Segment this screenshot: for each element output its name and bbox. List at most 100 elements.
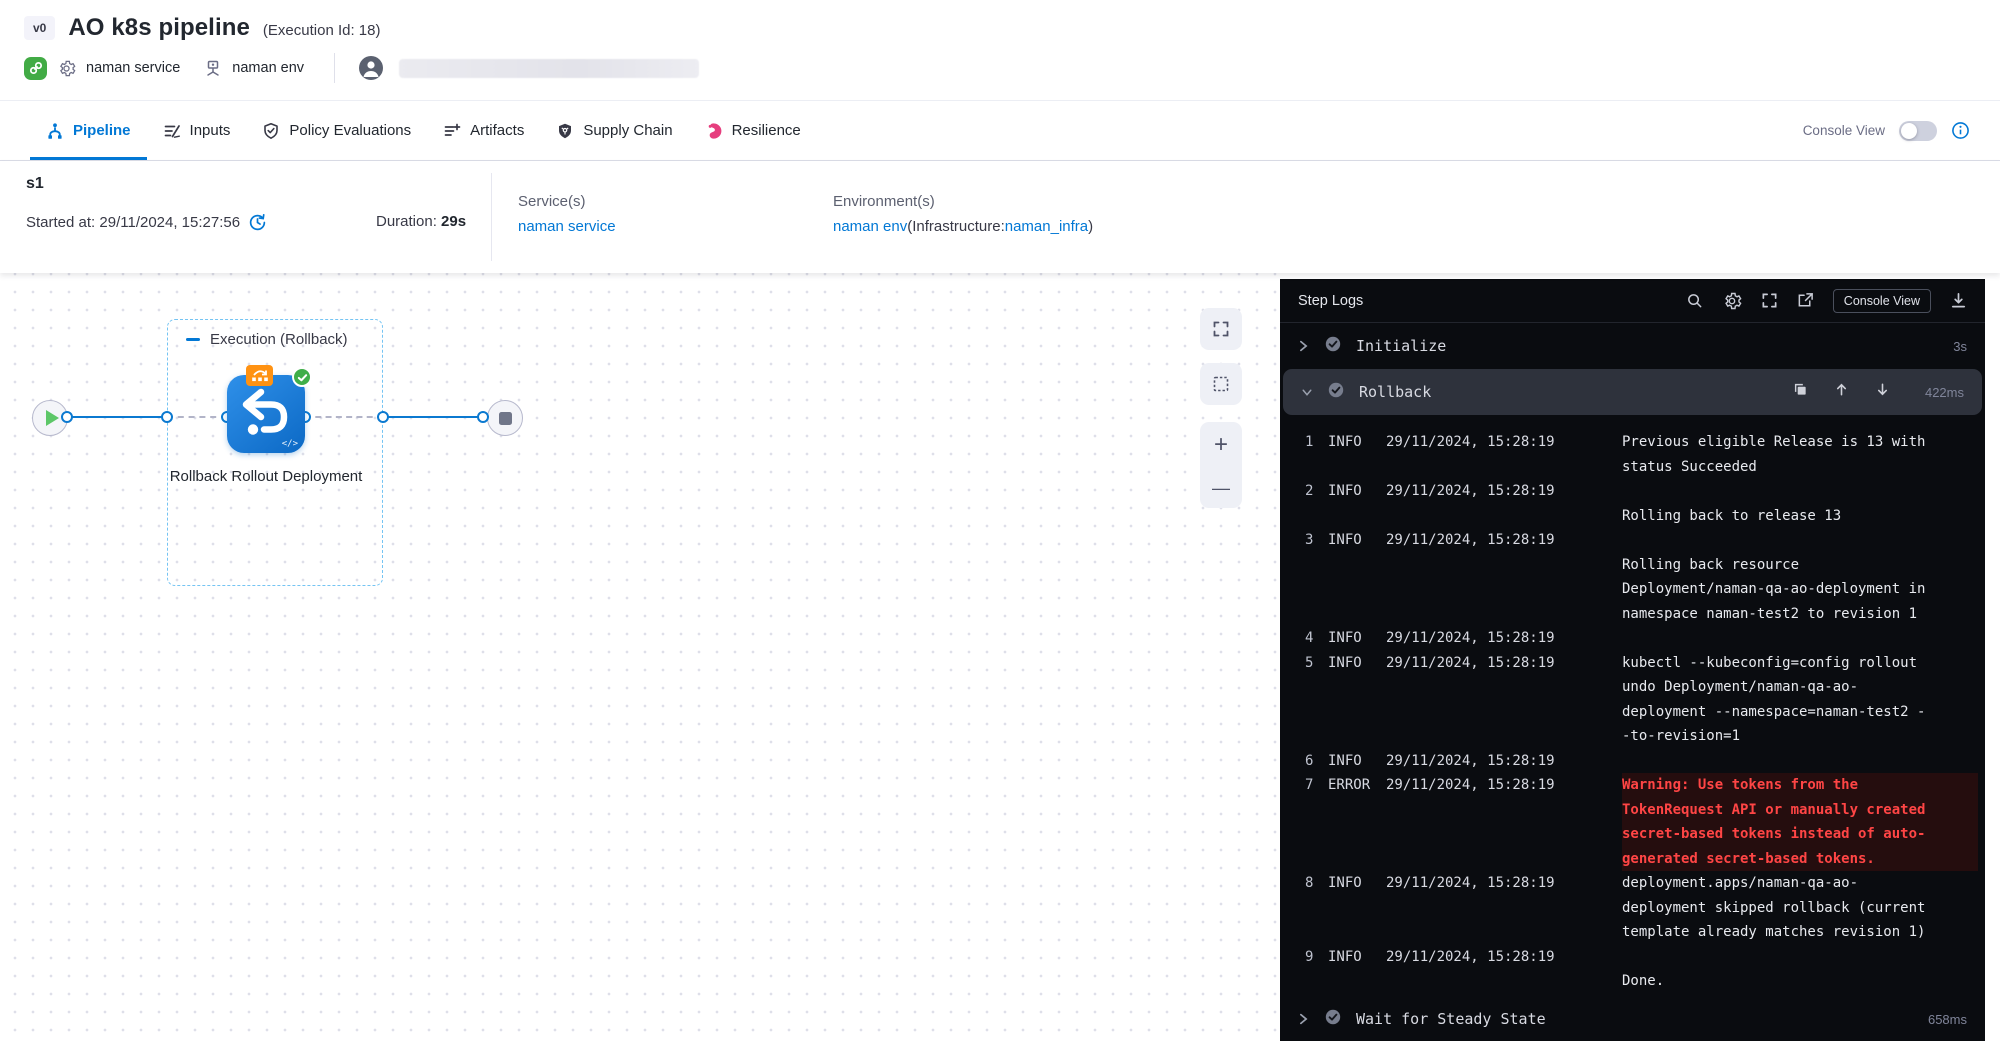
download-logs-icon[interactable]: [1950, 292, 1967, 309]
log-message: kubectl --kubeconfig=config rollout: [1622, 651, 1978, 676]
end-node[interactable]: [487, 400, 523, 436]
log-message: [1622, 626, 1978, 651]
console-view-label: Console View: [1803, 123, 1885, 138]
log-line: generated secret-based tokens.: [1280, 847, 1985, 872]
header-service-name[interactable]: naman service: [86, 60, 180, 76]
tab-supply-chain[interactable]: Supply Chain: [540, 101, 688, 160]
info-icon[interactable]: [1951, 121, 1970, 140]
gear-icon: [57, 59, 76, 78]
policy-shield-check-icon: [262, 122, 280, 140]
environments-label: Environment(s): [833, 193, 1093, 210]
rollback-step-node[interactable]: </>: [227, 375, 305, 453]
log-message: deployment skipped rollback (current: [1622, 896, 1978, 921]
history-icon[interactable]: [248, 213, 267, 232]
collapse-minus-icon[interactable]: [186, 338, 200, 341]
avatar: [359, 56, 383, 80]
service-link[interactable]: naman service: [518, 218, 616, 235]
log-line: Rolling back to release 13: [1280, 504, 1985, 529]
infrastructure-link[interactable]: naman_infra: [1005, 218, 1088, 235]
log-message: undo Deployment/naman-qa-ao-: [1622, 675, 1978, 700]
log-line: Done.: [1280, 969, 1985, 994]
log-lines[interactable]: 1INFO29/11/2024, 15:28:19Previous eligib…: [1280, 415, 1985, 997]
resilience-chaos-icon: [705, 122, 723, 140]
execution-group-header[interactable]: Execution (Rollback): [186, 331, 348, 348]
code-glyph: </>: [282, 439, 298, 449]
log-message: deployment.apps/naman-qa-ao-: [1622, 871, 1978, 896]
section-duration: 3s: [1953, 339, 1967, 354]
tab-label: Supply Chain: [583, 122, 672, 139]
log-message: Done.: [1622, 969, 1978, 994]
chevron-right-icon[interactable]: [1298, 339, 1310, 353]
connector-dot: [477, 411, 489, 423]
log-line: deployment skipped rollback (current: [1280, 896, 1985, 921]
expand-fullscreen-icon[interactable]: [1761, 292, 1778, 309]
scroll-down-icon[interactable]: [1875, 382, 1890, 402]
step-success-icon: [1325, 336, 1341, 357]
step-success-icon: [1325, 1009, 1341, 1030]
log-line: 8INFO29/11/2024, 15:28:19deployment.apps…: [1280, 871, 1985, 896]
execution-id: (Execution Id: 18): [263, 18, 381, 39]
copy-logs-icon[interactable]: [1793, 382, 1808, 402]
log-line: 4INFO29/11/2024, 15:28:19: [1280, 626, 1985, 651]
zoom-out-button[interactable]: —: [1212, 479, 1230, 497]
log-message-error: TokenRequest API or manually created: [1622, 798, 1978, 823]
tab-policy-evaluations[interactable]: Policy Evaluations: [246, 101, 427, 160]
console-view-button[interactable]: Console View: [1833, 289, 1931, 313]
step-success-icon: [1328, 382, 1344, 403]
edge-end: [383, 416, 483, 418]
log-message: status Succeeded: [1622, 455, 1978, 480]
section-name: Initialize: [1356, 337, 1446, 355]
pipeline-canvas[interactable]: Execution (Rollback): [0, 273, 1280, 1041]
console-view-toggle[interactable]: [1899, 121, 1937, 141]
zoom-in-button[interactable]: +: [1214, 433, 1228, 457]
services-block: Service(s) naman service: [518, 193, 616, 236]
tab-label: Inputs: [190, 122, 231, 139]
main-area: Execution (Rollback): [0, 273, 2000, 1041]
search-icon[interactable]: [1686, 292, 1703, 309]
log-line: deployment --namespace=naman-test2 -: [1280, 700, 1985, 725]
canvas-fullscreen-button[interactable]: [1200, 308, 1242, 350]
log-settings-gear-icon[interactable]: [1722, 291, 1742, 311]
header-env-name[interactable]: naman env: [232, 60, 304, 76]
log-message: [1622, 945, 1978, 970]
log-line: 1INFO29/11/2024, 15:28:19Previous eligib…: [1280, 430, 1985, 455]
log-message-error: Warning: Use tokens from the: [1622, 773, 1978, 798]
tab-resilience[interactable]: Resilience: [689, 101, 817, 160]
stop-icon: [499, 412, 512, 425]
canvas-select-button[interactable]: [1200, 363, 1242, 405]
chevron-right-icon[interactable]: [1298, 1012, 1310, 1026]
log-message: template already matches revision 1): [1622, 920, 1978, 945]
divider: [491, 173, 492, 261]
log-message: Deployment/naman-qa-ao-deployment in: [1622, 577, 1978, 602]
open-in-new-icon[interactable]: [1797, 292, 1814, 309]
group-label: Execution (Rollback): [210, 331, 348, 348]
section-name: Wait for Steady State: [1356, 1010, 1546, 1028]
chevron-down-icon[interactable]: [1301, 387, 1313, 398]
log-section-initialize[interactable]: Initialize 3s: [1280, 323, 1985, 369]
version-badge: v0: [24, 16, 55, 40]
tab-bar-controls: Console View: [1803, 101, 1970, 160]
connector-dot: [61, 411, 73, 423]
infrastructure-prefix: (Infrastructure:: [907, 218, 1005, 235]
canvas-zoom-control: + —: [1200, 422, 1242, 508]
log-line: 5INFO29/11/2024, 15:28:19kubectl --kubec…: [1280, 651, 1985, 676]
deploy-status-icon: [24, 57, 47, 80]
tab-inputs[interactable]: Inputs: [147, 101, 247, 160]
scroll-up-icon[interactable]: [1834, 382, 1849, 402]
tab-label: Pipeline: [73, 122, 131, 139]
log-line: Deployment/naman-qa-ao-deployment in: [1280, 577, 1985, 602]
log-line: undo Deployment/naman-qa-ao-: [1280, 675, 1985, 700]
duration-value: 29s: [441, 213, 466, 230]
tab-pipeline[interactable]: Pipeline: [30, 101, 147, 160]
environment-link[interactable]: naman env: [833, 218, 907, 235]
log-line: 3INFO29/11/2024, 15:28:19: [1280, 528, 1985, 553]
log-section-wait-for-steady-state[interactable]: Wait for Steady State 658ms: [1280, 997, 1985, 1041]
log-message: [1622, 528, 1978, 553]
log-section-rollback[interactable]: Rollback 422ms: [1283, 369, 1982, 415]
pipeline-execution-page: v0 AO k8s pipeline (Execution Id: 18) na…: [0, 0, 2000, 1041]
tab-artifacts[interactable]: Artifacts: [427, 101, 540, 160]
section-name: Rollback: [1359, 383, 1431, 401]
connector-dot: [377, 411, 389, 423]
log-message: Rolling back to release 13: [1622, 504, 1978, 529]
tab-label: Resilience: [732, 122, 801, 139]
